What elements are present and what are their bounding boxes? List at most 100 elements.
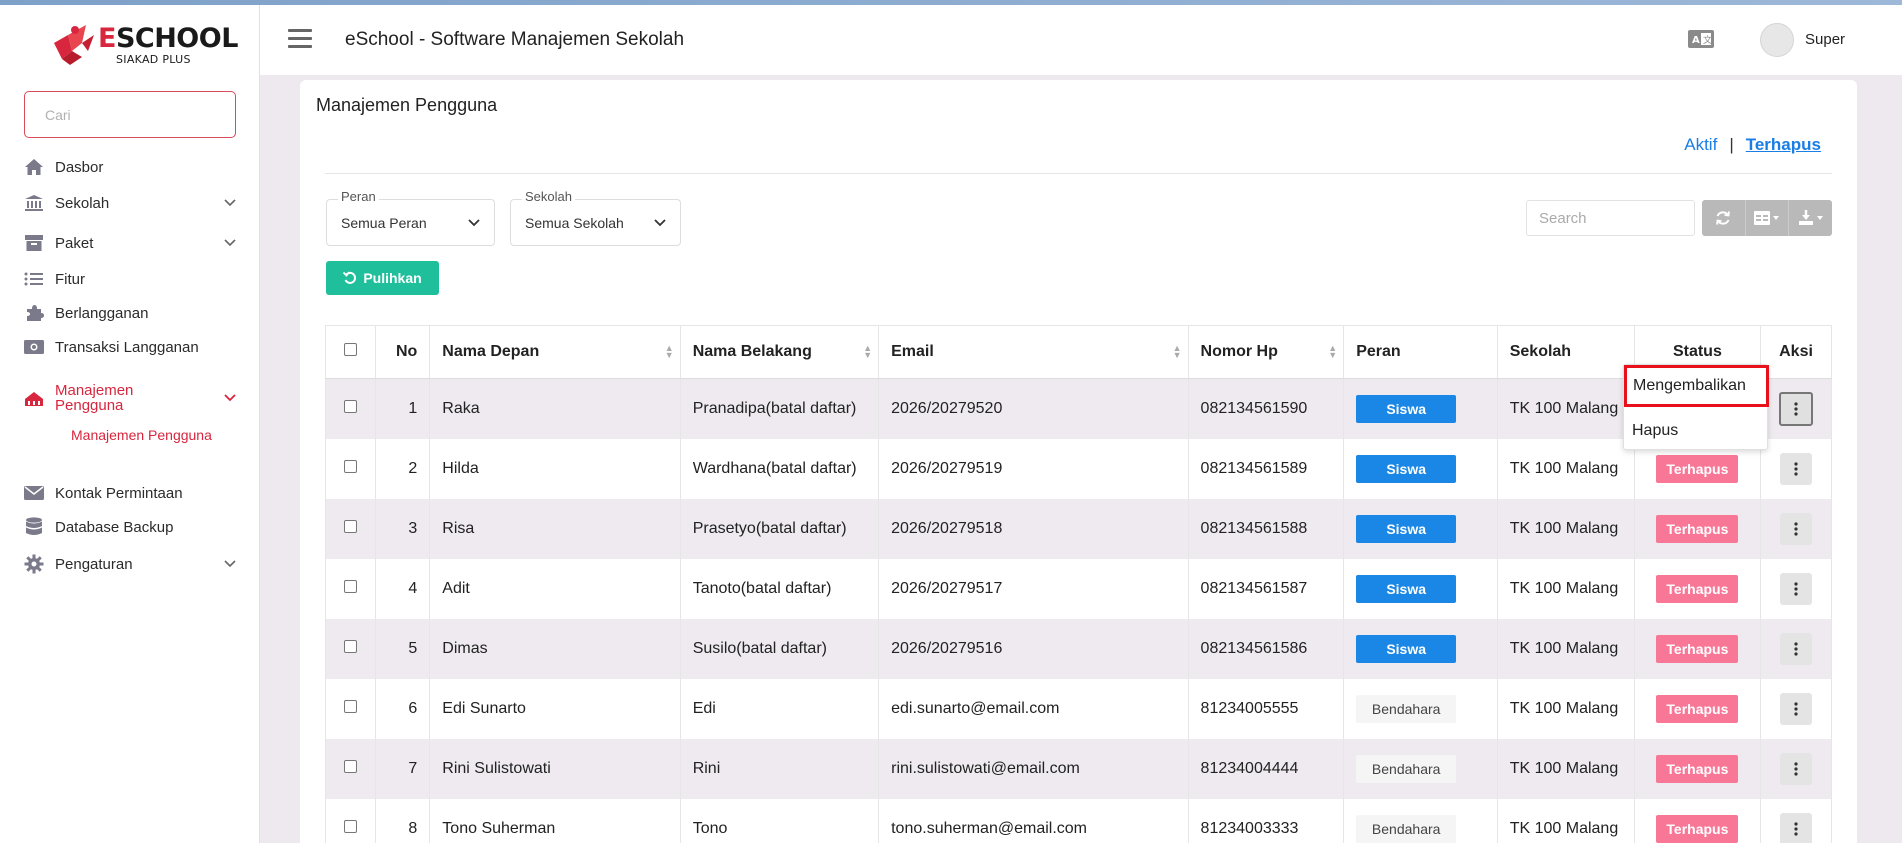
- sidebar-item-label: Manajemen Pengguna: [55, 382, 134, 414]
- row-action-button[interactable]: [1780, 692, 1813, 725]
- header-label: Email: [891, 343, 934, 360]
- row-checkbox[interactable]: [343, 519, 357, 533]
- sidebar-item-berlangganan[interactable]: Berlangganan: [24, 303, 236, 323]
- columns-button[interactable]: [1746, 200, 1790, 236]
- row-checkbox[interactable]: [343, 759, 357, 773]
- menu-item-hapus[interactable]: Hapus: [1632, 422, 1678, 440]
- sidebar-item-transaksi-langganan[interactable]: Transaksi Langganan: [24, 337, 236, 357]
- menu-item-mengembalikan[interactable]: Mengembalikan: [1624, 365, 1769, 407]
- bank-icon: [24, 193, 44, 213]
- archive-icon: [24, 233, 44, 253]
- refresh-button[interactable]: [1702, 200, 1746, 236]
- table-row: 7 Rini Sulistowati Rini rini.sulistowati@em…: [325, 738, 1832, 799]
- language-icon[interactable]: A文: [1688, 30, 1714, 48]
- header-select-all: [325, 325, 376, 379]
- sidebar-item-manajemen-pengguna[interactable]: Manajemen Pengguna: [24, 381, 236, 415]
- sidebar-search-input[interactable]: [24, 91, 236, 138]
- cell-phone: 082134561586: [1187, 618, 1345, 679]
- header-nomor-hp[interactable]: Nomor Hp ▲ ▼: [1187, 325, 1345, 379]
- restore-button[interactable]: Pulihkan: [326, 261, 439, 295]
- cell-no: 6: [374, 678, 431, 739]
- row-checkbox[interactable]: [343, 579, 357, 593]
- cell-role: Bendahara: [1343, 738, 1498, 799]
- cell-phone: 082134561587: [1187, 558, 1345, 619]
- page-title: Manajemen Pengguna: [316, 95, 498, 115]
- table-search-input[interactable]: [1526, 200, 1695, 236]
- list-icon: [24, 269, 44, 289]
- sidebar-item-label: Database Backup: [55, 518, 174, 536]
- row-action-button[interactable]: [1779, 391, 1814, 426]
- header-nama-depan[interactable]: Nama Depan ▲ ▼: [429, 325, 681, 379]
- more-vertical-icon: [1794, 821, 1798, 836]
- hamburger-menu-icon[interactable]: [288, 29, 312, 51]
- cell-select: [325, 498, 376, 559]
- row-checkbox[interactable]: [343, 699, 357, 713]
- sidebar-item-sekolah[interactable]: Sekolah: [24, 193, 236, 213]
- cell-email: 2026/20279519: [878, 438, 1189, 499]
- export-button[interactable]: [1789, 200, 1832, 236]
- table-row: 3 Risa Prasetyo(batal daftar) 2026/20279518…: [325, 498, 1832, 559]
- sidebar-item-label: Dasbor: [55, 158, 104, 176]
- filter-sekolah-value: Semua Sekolah: [525, 214, 624, 231]
- row-action-button[interactable]: [1780, 452, 1813, 485]
- row-action-button[interactable]: [1780, 752, 1813, 785]
- sidebar-item-pengaturan[interactable]: Pengaturan: [24, 554, 236, 574]
- users-table: No Nama Depan ▲ ▼ Nama Belakang ▲ ▼ Email ▲ ▼ …: [325, 325, 1832, 843]
- row-action-button[interactable]: [1780, 632, 1813, 665]
- row-action-button[interactable]: [1780, 512, 1813, 545]
- cell-email: 2026/20279520: [878, 378, 1189, 439]
- cell-last-name: Pranadipa(batal daftar): [679, 378, 880, 439]
- user-name[interactable]: Super: [1805, 31, 1845, 48]
- sidebar-item-label: Kontak Permintaan: [55, 484, 183, 502]
- cell-role: Siswa: [1343, 558, 1498, 619]
- cell-last-name: Prasetyo(batal daftar): [679, 498, 880, 559]
- row-checkbox[interactable]: [343, 819, 357, 833]
- header-peran[interactable]: Peran: [1343, 325, 1498, 379]
- status-badge: Terhapus: [1656, 454, 1739, 483]
- role-badge: Siswa: [1356, 634, 1457, 663]
- sidebar-item-database-backup[interactable]: Database Backup: [24, 517, 236, 537]
- row-action-button[interactable]: [1780, 572, 1813, 605]
- cell-action: [1760, 378, 1832, 439]
- sort-icon: ▲ ▼: [1172, 343, 1182, 360]
- header-nama-belakang[interactable]: Nama Belakang ▲ ▼: [679, 325, 880, 379]
- columns-icon: [1754, 211, 1779, 225]
- status-badge: Terhapus: [1656, 514, 1739, 543]
- cell-status: Terhapus: [1633, 678, 1762, 739]
- sidebar-subitem-manajemen-pengguna[interactable]: Manajemen Pengguna: [71, 427, 212, 443]
- filter-peran-label: Peran: [338, 189, 379, 204]
- header-no[interactable]: No: [374, 325, 431, 379]
- header-email[interactable]: Email ▲ ▼: [878, 325, 1189, 379]
- cell-action: [1760, 498, 1832, 559]
- cell-status: Terhapus: [1633, 498, 1762, 559]
- cell-status: Terhapus: [1633, 738, 1762, 799]
- cell-first-name: Adit: [429, 558, 681, 619]
- sort-icon: ▲ ▼: [664, 343, 674, 360]
- avatar[interactable]: [1760, 23, 1794, 57]
- cell-select: [325, 558, 376, 619]
- sidebar-item-dasbor[interactable]: Dasbor: [24, 157, 236, 177]
- link-terhapus[interactable]: Terhapus: [1746, 135, 1821, 154]
- users-table-wrap: No Nama Depan ▲ ▼ Nama Belakang ▲ ▼ Email ▲ ▼ …: [325, 325, 1832, 843]
- home-icon: [24, 157, 44, 177]
- filter-sekolah-select[interactable]: Semua Sekolah: [510, 199, 681, 246]
- role-badge: Bendahara: [1356, 754, 1457, 783]
- refresh-icon: [1716, 211, 1731, 225]
- row-checkbox[interactable]: [343, 459, 357, 473]
- row-action-button[interactable]: [1780, 812, 1813, 843]
- link-separator: |: [1729, 135, 1734, 154]
- row-checkbox[interactable]: [343, 639, 357, 653]
- svg-text:文: 文: [1703, 34, 1712, 46]
- cell-school: TK 100 Malang: [1496, 798, 1635, 843]
- row-checkbox[interactable]: [343, 399, 357, 413]
- sidebar-item-fitur[interactable]: Fitur: [24, 269, 236, 289]
- sidebar-item-paket[interactable]: Paket: [24, 233, 236, 253]
- puzzle-icon: [24, 303, 44, 323]
- filter-peran-select[interactable]: Semua Peran: [326, 199, 495, 246]
- header-sekolah[interactable]: Sekolah: [1496, 325, 1635, 379]
- logo[interactable]: ESCHOOL SIAKAD PLUS: [48, 21, 238, 66]
- link-aktif[interactable]: Aktif: [1684, 135, 1717, 154]
- select-all-checkbox[interactable]: [343, 343, 357, 356]
- main-card: Manajemen Pengguna Aktif | Terhapus Semua …: [300, 80, 1857, 843]
- sidebar-item-kontak-permintaan[interactable]: Kontak Permintaan: [24, 483, 236, 503]
